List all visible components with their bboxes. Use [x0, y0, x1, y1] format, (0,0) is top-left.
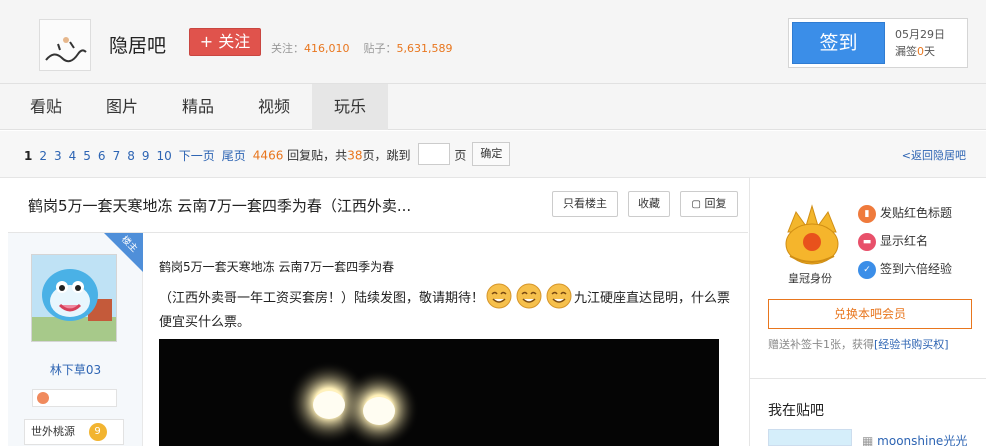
my-tieba-title: 我在贴吧 — [768, 403, 824, 419]
page-link[interactable]: 6 — [98, 149, 106, 163]
bookmark-icon: ▮ — [858, 204, 876, 223]
page-link[interactable]: 3 — [54, 149, 62, 163]
posts-label: 贴子： — [363, 42, 397, 55]
forum-avatar[interactable] — [39, 19, 91, 71]
post-title: 鹤岗5万一套天寒地冻 云南7万一套四季为春（江西外卖... — [28, 197, 412, 215]
avatar[interactable] — [31, 254, 117, 342]
sign-icon: ✓ — [858, 260, 876, 279]
post-line-1: 鹤岗5万一套天寒地冻 云南7万一套四季为春 — [159, 260, 395, 274]
forum-name[interactable]: 隐居吧 — [109, 31, 166, 58]
next-page-link[interactable]: 下一页 — [179, 149, 215, 163]
name-icon: ▬ — [858, 232, 876, 251]
only-op-button[interactable]: 只看楼主 — [552, 191, 618, 217]
tab-posts[interactable]: 看贴 — [14, 84, 78, 130]
reply-button[interactable]: ▢ 回复 — [680, 191, 738, 217]
pagination: 1 2 3 4 5 6 7 8 9 10 下一页 尾页 4466 回复贴，共38页，跳到 页确定 — [24, 142, 511, 166]
user-icon: ▦ — [862, 434, 878, 446]
page-link[interactable]: 1 — [24, 149, 32, 163]
last-page-link[interactable]: 尾页 — [222, 149, 246, 163]
follow-button[interactable]: + 关注 — [189, 28, 261, 56]
author-username[interactable]: 林下草03 — [8, 361, 143, 378]
page-link[interactable]: 10 — [156, 149, 171, 163]
post-titlebar: 鹤岗5万一套天寒地冻 云南7万一套四季为春（江西外卖... 只看楼主 收藏 ▢ … — [8, 178, 748, 233]
forum-nav: 看贴 图片 精品 视频 玩乐 — [0, 84, 986, 130]
laugh-emoji-icon — [516, 283, 542, 308]
jump-confirm-button[interactable]: 确定 — [472, 142, 511, 166]
laugh-emoji-icon — [546, 283, 572, 308]
my-tieba-user[interactable]: ▦ moonshine光光 — [862, 432, 967, 446]
page-link[interactable]: 8 — [127, 149, 135, 163]
back-to-forum-link[interactable]: <返回隐居吧 — [902, 147, 966, 163]
page-word: 页 — [454, 148, 467, 163]
followers-count: 416,010 — [304, 42, 350, 55]
user-level[interactable]: 世外桃源 9 — [24, 419, 124, 445]
perk-six-exp: ✓ 签到六倍经验 — [858, 260, 952, 279]
tab-videos[interactable]: 视频 — [242, 84, 306, 130]
posts-count: 5,631,589 — [396, 42, 453, 55]
followers-label: 关注： — [271, 42, 304, 55]
tab-images[interactable]: 图片 — [90, 84, 154, 130]
forum-stats: 关注：416,010 贴子：5,631,589 — [271, 40, 452, 56]
forum-header: 隐居吧 + 关注 关注：416,010 贴子：5,631,589 签到 05月2… — [0, 0, 986, 84]
laugh-emoji-icon — [486, 283, 512, 308]
badge-icon[interactable] — [37, 392, 49, 404]
exchange-membership-button[interactable]: 兑换本吧会员 — [768, 299, 972, 329]
perk-red-title: ▮ 发贴红色标题 — [858, 204, 952, 223]
author-column: 楼主 林下草03 世外桃源 9 — [8, 233, 144, 446]
page-link[interactable]: 7 — [113, 149, 121, 163]
reply-count: 4466 回复贴，共38页，跳到 — [252, 148, 411, 163]
level-name: 世外桃源 — [31, 425, 75, 438]
post-photo[interactable] — [159, 339, 719, 446]
crown-icon — [785, 204, 839, 265]
page-link[interactable]: 5 — [83, 149, 91, 163]
user-badges — [32, 389, 117, 407]
crown-label: 皇冠身份 — [788, 272, 832, 285]
signin-info: 05月29日 漏签0天 — [895, 26, 945, 60]
bonus-text: 赠送补签卡1张，获得[经验书购买权] — [768, 338, 949, 351]
tab-play[interactable]: 玩乐 — [312, 84, 388, 130]
sign-date: 05月29日 — [895, 28, 945, 41]
tab-featured[interactable]: 精品 — [166, 84, 230, 130]
signin-button[interactable]: 签到 — [792, 22, 885, 64]
comment-icon: ▢ — [691, 199, 701, 210]
post-content: 鹤岗5万一套天寒地冻 云南7万一套四季为春 （江西外卖哥一年工资买套房！）陆续发… — [143, 233, 748, 446]
exp-book-link[interactable]: [经验书购买权] — [874, 338, 949, 351]
missed-days: 漏签0天 — [895, 45, 935, 58]
page-link[interactable]: 2 — [39, 149, 47, 163]
post-paragraph: （江西外卖哥一年工资买套房！）陆续发图，敬请期待！ 九江硬座直达昆明，什么票便宜买… — [159, 283, 739, 335]
my-tieba-thumbnail[interactable] — [768, 429, 852, 446]
sidebar-divider — [750, 378, 986, 379]
page-link[interactable]: 9 — [142, 149, 150, 163]
pager-bar: 1 2 3 4 5 6 7 8 9 10 下一页 尾页 4466 回复贴，共38页，跳到 页确定 <返回… — [0, 131, 986, 178]
level-badge-icon: 9 — [88, 423, 107, 441]
signin-box: 签到 05月29日 漏签0天 — [788, 18, 968, 68]
post-line-2a: （江西外卖哥一年工资买套房！）陆续发图，敬请期待！ — [159, 291, 485, 306]
jump-page-input[interactable] — [418, 143, 451, 165]
favorite-button[interactable]: 收藏 — [628, 191, 670, 217]
perk-red-name: ▬ 显示红名 — [858, 232, 928, 251]
right-sidebar: 皇冠身份 ▮ 发贴红色标题 ▬ 显示红名 ✓ 签到六倍经验 兑换本吧会员 赠送补签卡1… — [749, 178, 986, 446]
reply-label: 回复 — [704, 197, 727, 210]
page-link[interactable]: 4 — [69, 149, 77, 163]
